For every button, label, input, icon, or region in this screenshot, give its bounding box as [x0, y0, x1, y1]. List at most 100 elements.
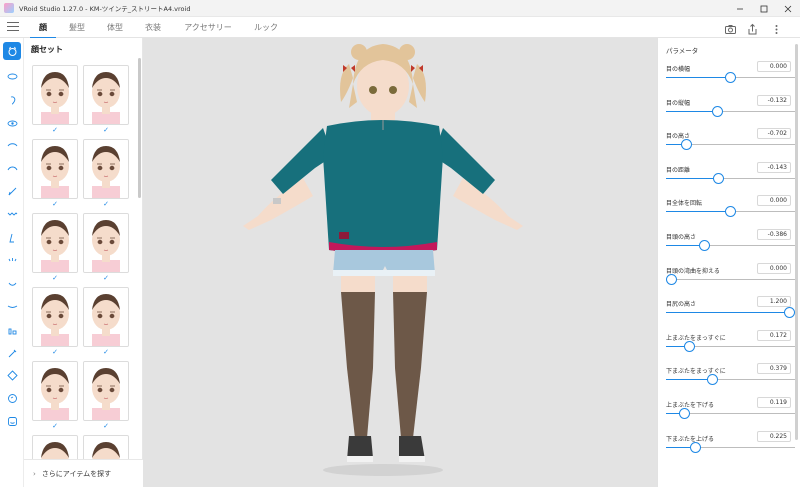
rail-mouth[interactable]: [3, 274, 21, 292]
main-tab-bar: 顔 髪型 体型 衣装 アクセサリー ルック: [0, 17, 800, 39]
hamburger-menu-button[interactable]: [7, 22, 19, 33]
selected-check-icon: ✓: [52, 348, 58, 356]
avatar-model: [243, 44, 523, 476]
more-vert-icon[interactable]: [770, 21, 783, 34]
close-button[interactable]: [776, 0, 800, 17]
face-preset-thumbnail[interactable]: [83, 287, 129, 347]
selected-check-icon: ✓: [103, 126, 109, 134]
rail-teeth[interactable]: [3, 297, 21, 315]
rail-face-outline[interactable]: [3, 366, 21, 384]
selected-check-icon: ✓: [103, 274, 109, 282]
rail-lipstick[interactable]: [3, 344, 21, 362]
parameter-value-input[interactable]: 0.119: [757, 397, 791, 408]
parameter-row: 目の横幅 0.000: [658, 61, 800, 98]
preset-scrollbar[interactable]: [138, 58, 141, 198]
tab-accessory[interactable]: アクセサリー: [183, 17, 233, 38]
tab-look[interactable]: ルック: [254, 17, 278, 38]
mouth-icon: [8, 282, 16, 286]
eyebrow-icon: [7, 166, 17, 170]
category-rail: [0, 38, 24, 487]
rail-eyelash[interactable]: [3, 136, 21, 154]
panel-title: 顔セット: [31, 45, 63, 54]
rail-brow-line[interactable]: [3, 182, 21, 200]
slider-fill: [666, 177, 714, 179]
face-preset-thumbnail[interactable]: [32, 139, 78, 199]
tab-face[interactable]: 顔: [30, 17, 56, 39]
parameter-row: 上まぶたをまっすぐに 0.172: [658, 329, 800, 367]
rail-ear-shape[interactable]: [3, 389, 21, 407]
rail-ear[interactable]: [3, 91, 21, 109]
parameter-row: 下まぶたをまっすぐに 0.379: [658, 363, 800, 400]
parameter-value-input[interactable]: -0.132: [757, 94, 791, 106]
face-preset-thumbnail[interactable]: [32, 361, 78, 421]
tab-outfit[interactable]: 衣装: [142, 17, 164, 38]
smile-icon: [7, 416, 17, 426]
minimize-button[interactable]: [728, 0, 752, 17]
window-controls: [728, 0, 800, 17]
camera-icon[interactable]: [724, 21, 737, 34]
rail-eye-shape[interactable]: [3, 67, 21, 85]
rail-eye[interactable]: [3, 114, 21, 132]
face-preset-thumbnail[interactable]: [32, 213, 78, 273]
parameter-value-input[interactable]: 0.000: [757, 262, 791, 274]
parameter-value-input[interactable]: -0.386: [757, 229, 791, 240]
slider-track[interactable]: [666, 278, 795, 280]
parameter-value-input[interactable]: 1.200: [757, 296, 791, 308]
slider-knob[interactable]: [707, 374, 719, 386]
maximize-button[interactable]: [752, 0, 776, 17]
slider-knob[interactable]: [725, 72, 736, 83]
face-preset-thumbnail[interactable]: [83, 65, 129, 125]
tab-body-shape[interactable]: 体型: [104, 17, 126, 38]
parameter-label: 目頭の高さ: [666, 234, 697, 241]
slider-fill: [666, 144, 682, 146]
parameter-row: 目全体を回転 0.000: [658, 195, 800, 232]
rail-nose[interactable]: [3, 229, 21, 247]
rail-eyelid-line[interactable]: [3, 205, 21, 223]
parameter-scrollbar[interactable]: [795, 44, 798, 440]
parameter-value-input[interactable]: 0.225: [757, 430, 791, 442]
parameter-value-input[interactable]: 0.379: [757, 363, 791, 375]
rail-face-set[interactable]: [3, 42, 21, 60]
face-preset-thumbnail[interactable]: [83, 139, 129, 199]
slider-knob[interactable]: [683, 340, 695, 352]
parameter-panel: パラメータ 目の横幅 0.000 目の縦幅 -0.132 目の高さ -0.702 目の距離 -…: [657, 38, 800, 487]
slider-knob[interactable]: [689, 441, 701, 453]
lipstick-icon: [8, 349, 16, 357]
slider-fill: [666, 211, 725, 213]
rail-lash[interactable]: [3, 251, 21, 269]
window-title: VRoid Studio 1.27.0 - KM-ツインテ_ストリートA4.vr…: [19, 5, 191, 13]
maximize-icon: [760, 5, 768, 12]
3d-viewport[interactable]: [143, 38, 657, 487]
parameter-value-input[interactable]: 0.172: [757, 329, 791, 341]
slider-knob[interactable]: [725, 206, 736, 218]
face-preset-thumbnail[interactable]: [32, 287, 78, 347]
parameter-value-input[interactable]: -0.702: [757, 128, 791, 140]
slider-knob[interactable]: [784, 307, 795, 319]
selected-check-icon: ✓: [52, 274, 58, 282]
parameter-label: 下まぶたをまっすぐに: [666, 368, 726, 376]
rail-smile[interactable]: [3, 412, 21, 430]
slider-knob[interactable]: [666, 273, 677, 285]
rail-neck[interactable]: [3, 321, 21, 339]
rail-eyebrow[interactable]: [3, 159, 21, 177]
parameter-label: 目の横幅: [666, 66, 691, 73]
slider-knob[interactable]: [712, 105, 724, 117]
face-preset-thumbnail[interactable]: [32, 65, 78, 125]
parameter-row: 下まぶたを上げる 0.225: [658, 430, 800, 468]
tab-hairstyle[interactable]: 髪型: [66, 17, 88, 38]
parameter-value-input[interactable]: 0.000: [757, 195, 791, 207]
slider-knob[interactable]: [699, 240, 711, 251]
parameter-value-input[interactable]: 0.000: [757, 61, 791, 72]
parameter-value-input[interactable]: -0.143: [757, 161, 791, 173]
slider-knob[interactable]: [678, 408, 690, 419]
share-icon[interactable]: [746, 21, 759, 35]
eyelash-icon: [7, 142, 17, 146]
face-preset-thumbnail[interactable]: [83, 361, 129, 421]
menu-icon-line: [7, 26, 19, 27]
find-more-items-button[interactable]: › さらにアイテムを探す: [24, 459, 143, 487]
teeth-icon: [7, 305, 17, 308]
slider-knob[interactable]: [713, 172, 725, 184]
slider-knob[interactable]: [681, 139, 693, 151]
face-preset-thumbnail[interactable]: [83, 213, 129, 273]
parameter-row: 目頭の湾曲を抑える 0.000: [658, 262, 800, 300]
